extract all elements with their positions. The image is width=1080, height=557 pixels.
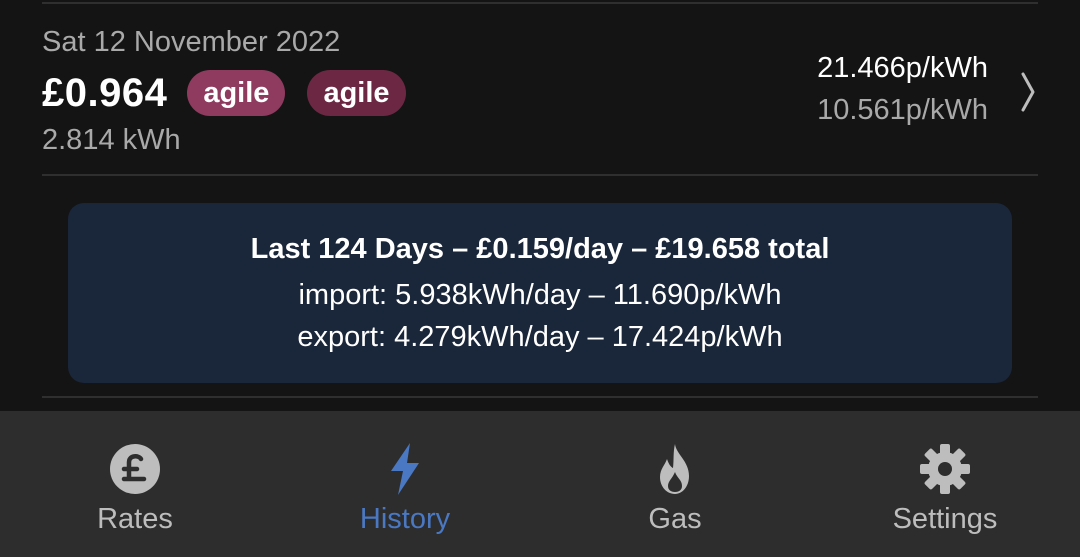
- row-divider: [42, 396, 1038, 398]
- export-rate: 10.561p/kWh: [817, 94, 988, 126]
- day-usage: 2.814 kWh: [42, 124, 181, 156]
- day-date: Sat 12 November 2022: [42, 26, 341, 58]
- lightning-bolt-icon: [391, 443, 419, 495]
- import-tariff-badge: agile: [187, 70, 286, 116]
- chevron-right-icon[interactable]: [1018, 70, 1038, 114]
- gear-icon: [920, 444, 970, 494]
- summary-card: Last 124 Days – £0.159/day – £19.658 tot…: [68, 203, 1012, 383]
- import-rate: 21.466p/kWh: [817, 52, 988, 84]
- nav-label-rates: Rates: [97, 503, 173, 535]
- summary-import-line: import: 5.938kWh/day – 11.690p/kWh: [298, 279, 782, 311]
- day-cost: £0.964: [42, 70, 168, 115]
- day-cost-line: £0.964 agile agile: [42, 70, 428, 116]
- nav-item-history[interactable]: History: [270, 411, 540, 557]
- pound-coin-icon: [110, 444, 160, 494]
- nav-label-history: History: [359, 503, 451, 535]
- flame-icon: [660, 444, 689, 494]
- day-row[interactable]: Sat 12 November 2022 £0.964 agile agile …: [0, 4, 1080, 174]
- nav-label-gas: Gas: [648, 503, 702, 535]
- summary-title: Last 124 Days – £0.159/day – £19.658 tot…: [250, 233, 830, 265]
- history-screen: Sat 12 November 2022 £0.964 agile agile …: [0, 0, 1080, 557]
- row-divider: [42, 174, 1038, 176]
- nav-item-settings[interactable]: Settings: [810, 411, 1080, 557]
- nav-label-settings: Settings: [892, 503, 998, 535]
- nav-item-rates[interactable]: Rates: [0, 411, 270, 557]
- nav-item-gas[interactable]: Gas: [540, 411, 810, 557]
- bottom-nav: Rates History Gas Settings: [0, 411, 1080, 557]
- summary-export-line: export: 4.279kWh/day – 17.424p/kWh: [297, 321, 783, 353]
- export-tariff-badge: agile: [307, 70, 406, 116]
